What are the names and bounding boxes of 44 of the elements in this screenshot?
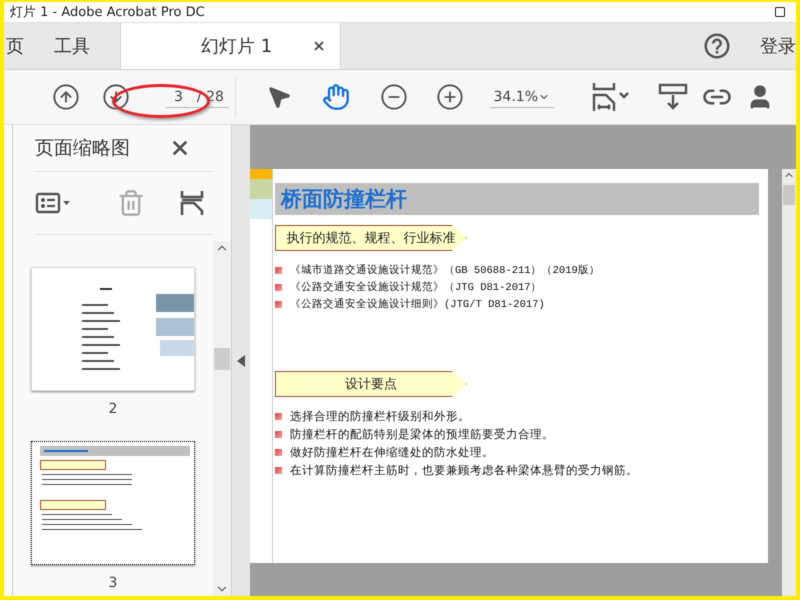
bullet-icon: [275, 449, 282, 456]
maximize-icon[interactable]: [774, 6, 786, 18]
list-item: 选择合理的防撞栏杆级别和外形。: [290, 409, 470, 424]
help-icon[interactable]: [702, 31, 732, 61]
list-item: 防撞栏杆的配筋特别是梁体的预埋筋要受力合理。: [290, 427, 554, 442]
zoom-out-button[interactable]: [380, 83, 408, 111]
window-title: 灯片 1 - Adobe Acrobat Pro DC: [10, 4, 205, 21]
zoom-in-button[interactable]: [436, 83, 464, 111]
page-number: 2: [108, 401, 118, 417]
page-number: 3: [108, 575, 118, 591]
tab[interactable]: 页: [6, 23, 54, 69]
bullet-icon: [275, 284, 282, 290]
panel-title: 页面缩略图: [35, 136, 130, 161]
bullet-icon: [275, 300, 282, 308]
bullet-icon: [275, 467, 282, 474]
list-item: 《公路交通安全设施设计规范》（JTG D81-2017）: [290, 280, 542, 294]
bullet-icon: [275, 413, 282, 420]
scrollbar[interactable]: [213, 241, 231, 596]
tab[interactable]: 工具: [54, 23, 120, 69]
download-field-icon[interactable]: [658, 83, 688, 111]
section-heading: 设计要点: [275, 371, 467, 397]
previous-page-button[interactable]: [52, 83, 80, 111]
slide-title: 桥面防撞栏杆: [275, 183, 759, 215]
close-tab-button[interactable]: [312, 39, 326, 53]
scrollbar-thumb[interactable]: [214, 348, 230, 370]
page-fit-button[interactable]: [590, 81, 630, 113]
hand-tool-button[interactable]: [322, 83, 350, 111]
page-thumbnail[interactable]: [31, 441, 195, 565]
options-menu-button[interactable]: [35, 191, 71, 215]
list-item: 在计算防撞栏杆主筋时，也要兼顾考虑各种梁体悬臂的受力钢筋。: [290, 463, 638, 478]
list-item: 做好防撞栏杆在伸缩缝处的防水处理。: [290, 445, 494, 460]
section-heading: 执行的规范、规程、行业标准: [275, 225, 467, 251]
scrollbar[interactable]: [782, 169, 796, 596]
bullet-icon: [275, 431, 282, 438]
tab[interactable]: 幻灯片 1: [120, 23, 342, 69]
sign-in-button[interactable]: 登录: [760, 34, 796, 58]
triangle-left-icon: [237, 354, 245, 366]
next-page-button[interactable]: [102, 83, 130, 111]
zoom-field[interactable]: 34.1%: [490, 86, 554, 108]
list-item: 《城市道路交通设施设计规范》（GB 50688-211）（2019版）: [290, 263, 600, 277]
bullet-icon: [275, 266, 282, 274]
page-insert-icon[interactable]: [179, 189, 205, 217]
list-item: 《公路交通安全设施设计细则》(JTG/T D81-2017): [290, 297, 545, 311]
scrollbar-thumb[interactable]: [783, 185, 795, 205]
